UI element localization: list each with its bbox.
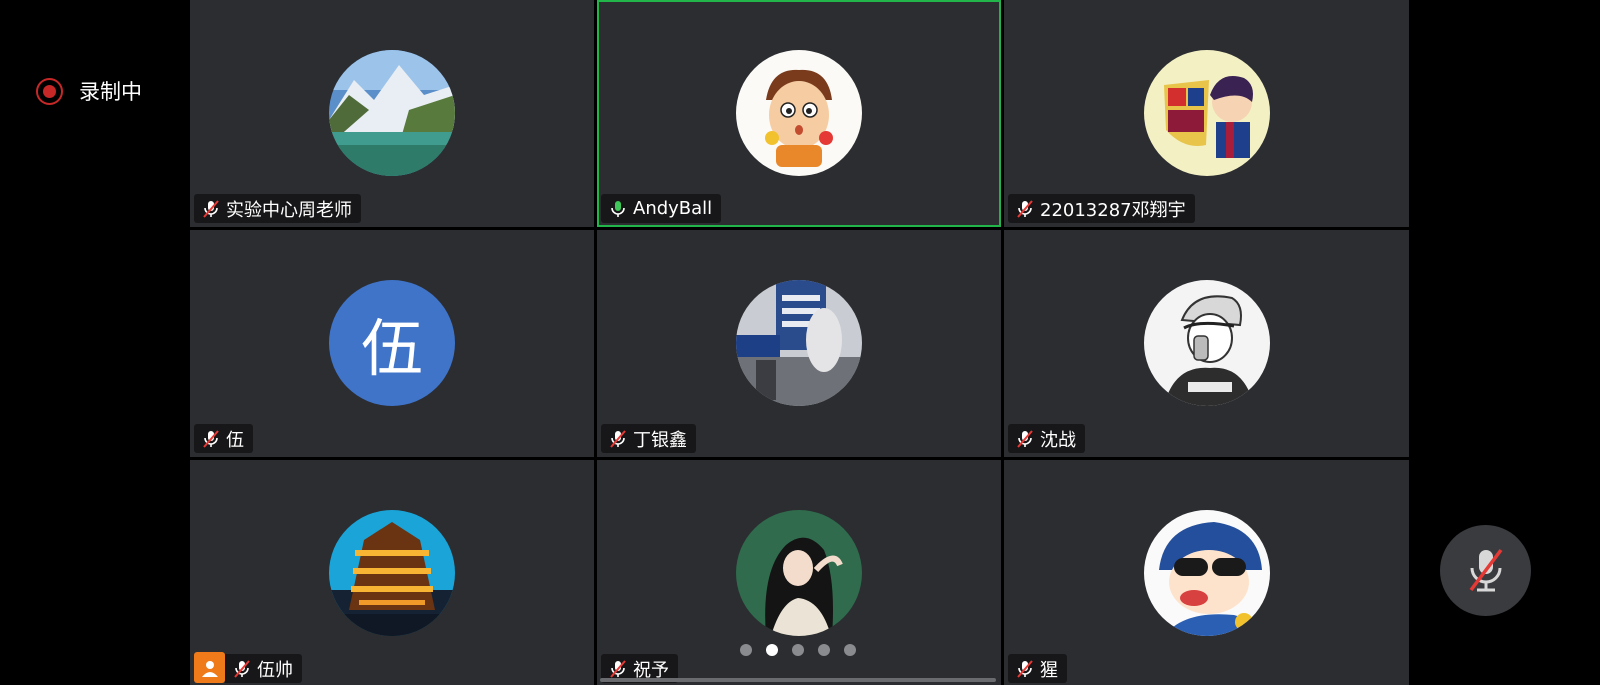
- participant-tile[interactable]: 伍 伍: [190, 230, 594, 457]
- participant-name: 伍帅: [257, 659, 293, 681]
- crayon-shin-chan-avatar: [1143, 510, 1270, 636]
- station-photo: [736, 280, 862, 406]
- avatar: [736, 280, 862, 406]
- avatar: [329, 50, 455, 176]
- mic-muted-icon: [1017, 659, 1033, 678]
- mic-muted-icon: [1017, 199, 1033, 218]
- avatar: [1143, 50, 1270, 176]
- participant-name: 沈战: [1040, 429, 1076, 451]
- mic-muted-icon: [610, 659, 626, 678]
- participant-tile-active[interactable]: AndyBall: [597, 0, 1001, 227]
- page-dot[interactable]: [818, 644, 830, 656]
- night-building-photo: [329, 510, 455, 636]
- mic-toggle-button[interactable]: [1440, 525, 1531, 616]
- mic-muted-icon: [1017, 429, 1033, 448]
- mic-muted-icon: [203, 429, 219, 448]
- name-tag: 22013287邓翔宇: [1008, 194, 1195, 223]
- participant-name: 22013287邓翔宇: [1040, 199, 1186, 221]
- name-tag: 丁银鑫: [601, 424, 696, 453]
- mic-muted-icon: [203, 199, 219, 218]
- avatar: [1143, 510, 1270, 636]
- fcb-cartoon-avatar: [1143, 50, 1270, 176]
- cartoon-boy-avatar: [736, 50, 862, 176]
- avatar: [736, 50, 862, 176]
- page-dot[interactable]: [792, 644, 804, 656]
- scrollbar[interactable]: [600, 678, 996, 682]
- participant-name: AndyBall: [633, 198, 713, 219]
- avatar: [1143, 280, 1270, 406]
- name-tag: 实验中心周老师: [194, 194, 361, 223]
- avatar: [329, 510, 455, 636]
- name-tag: 猩: [1008, 654, 1067, 683]
- participant-name: 实验中心周老师: [226, 199, 352, 221]
- participant-name: 伍: [226, 429, 244, 451]
- page-dot[interactable]: [844, 644, 856, 656]
- recording-label: 录制中: [79, 80, 142, 104]
- name-tag: AndyBall: [601, 194, 722, 223]
- name-tag: 伍帅: [225, 654, 302, 683]
- text-avatar: 伍: [329, 280, 455, 406]
- mic-muted-icon: [610, 429, 626, 448]
- record-icon: [36, 77, 63, 105]
- participant-grid: 实验中心周老师 AndyBall 22013287邓翔宇 伍 伍 丁银鑫 沈战 …: [190, 0, 1409, 685]
- host-icon: [194, 652, 225, 683]
- mic-off-icon: [1469, 548, 1502, 591]
- girl-illustration-avatar: [736, 510, 862, 636]
- participant-tile[interactable]: 丁银鑫: [597, 230, 1001, 457]
- participant-name: 猩: [1040, 659, 1058, 681]
- participant-name: 丁银鑫: [633, 429, 687, 451]
- participant-tile[interactable]: 实验中心周老师: [190, 0, 594, 227]
- sketch-person-avatar: [1143, 280, 1270, 406]
- participant-tile[interactable]: 猩: [1004, 460, 1409, 685]
- name-tag: 沈战: [1008, 424, 1085, 453]
- avatar: [736, 510, 862, 636]
- recording-indicator[interactable]: 录制中: [36, 76, 142, 106]
- page-dot-current[interactable]: [766, 644, 778, 656]
- participant-tile[interactable]: 22013287邓翔宇: [1004, 0, 1409, 227]
- meeting-screen: 录制中 实验中心周老师 AndyBall 22013287邓翔宇 伍 伍 丁银鑫…: [0, 0, 1600, 685]
- mic-active-icon: [611, 200, 625, 217]
- name-tag: 伍: [194, 424, 253, 453]
- participant-tile[interactable]: 沈战: [1004, 230, 1409, 457]
- mountain-lake-photo: [329, 50, 455, 176]
- participant-tile[interactable]: 伍帅: [190, 460, 594, 685]
- page-dot[interactable]: [740, 644, 752, 656]
- page-indicator[interactable]: [740, 644, 856, 656]
- mic-muted-icon: [234, 659, 250, 678]
